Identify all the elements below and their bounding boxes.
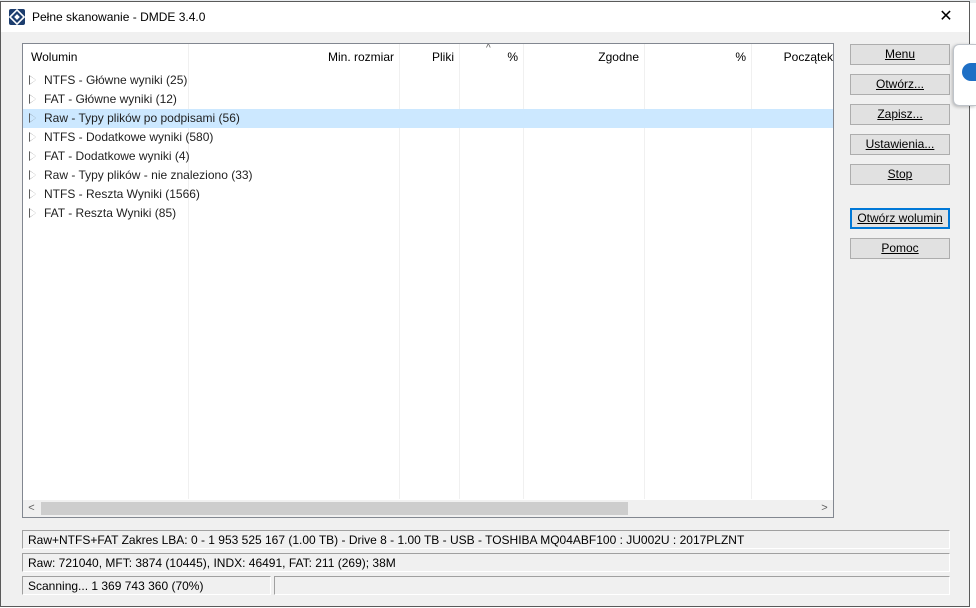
background-blue-icon xyxy=(962,63,976,81)
scrollbar-thumb[interactable] xyxy=(41,502,628,515)
tree-item-label: NTFS - Główne wyniki (25) xyxy=(44,73,188,87)
status-progress-text: Scanning... 1 369 743 360 (70%) xyxy=(22,576,271,595)
tree-item-ntfs-main[interactable]: NTFS - Główne wyniki (25) xyxy=(23,71,833,90)
tree-item-raw-not-found[interactable]: Raw - Typy plików - nie znaleziono (33) xyxy=(23,166,833,185)
column-matching[interactable]: Zgodne xyxy=(523,44,644,70)
close-icon[interactable]: ✕ xyxy=(923,2,969,32)
tree-item-raw-signatures[interactable]: Raw - Typy plików po podpisami (56) xyxy=(23,109,833,128)
tree-item-label: FAT - Główne wyniki (12) xyxy=(44,92,177,106)
column-files-percent[interactable]: % xyxy=(459,44,523,70)
tree-item-label: Raw - Typy plików - nie znaleziono (33) xyxy=(44,168,253,182)
help-button[interactable]: Pomoc xyxy=(850,238,950,259)
tree-item-label: FAT - Dodatkowe wyniki (4) xyxy=(44,149,190,163)
column-min-size[interactable]: Min. rozmiar xyxy=(188,44,399,70)
column-files[interactable]: Pliki xyxy=(399,44,459,70)
tree-item-ntfs-additional[interactable]: NTFS - Dodatkowe wyniki (580) xyxy=(23,128,833,147)
tree-item-label: NTFS - Dodatkowe wyniki (580) xyxy=(44,130,214,144)
tree-item-label: Raw - Typy plików po podpisami (56) xyxy=(44,111,240,125)
open-button[interactable]: Otwórz... xyxy=(850,74,950,95)
tree-item-ntfs-rest[interactable]: NTFS - Reszta Wyniki (1566) xyxy=(23,185,833,204)
tree-item-fat-main[interactable]: FAT - Główne wyniki (12) xyxy=(23,90,833,109)
save-button[interactable]: Zapisz... xyxy=(850,104,950,125)
tree-item-fat-additional[interactable]: FAT - Dodatkowe wyniki (4) xyxy=(23,147,833,166)
dmde-app-icon xyxy=(9,9,25,25)
status-progress-secondary xyxy=(274,576,950,595)
scroll-right-icon[interactable]: > xyxy=(816,500,833,517)
column-matching-percent[interactable]: % xyxy=(644,44,751,70)
settings-button[interactable]: Ustawienia... xyxy=(850,134,950,155)
column-header: Wolumin Min. rozmiar Pliki % Zgodne % Po… xyxy=(23,44,833,70)
scroll-left-icon[interactable]: < xyxy=(23,500,40,517)
tree-item-fat-rest[interactable]: FAT - Reszta Wyniki (85) xyxy=(23,204,833,223)
title-bar[interactable]: Pełne skanowanie - DMDE 3.4.0 ✕ xyxy=(1,2,969,32)
status-counts-line: Raw: 721040, MFT: 3874 (10445), INDX: 46… xyxy=(22,553,950,572)
scan-window: Pełne skanowanie - DMDE 3.4.0 ✕ Wolumin … xyxy=(0,1,970,607)
background-window-edge xyxy=(953,44,976,106)
window-title: Pełne skanowanie - DMDE 3.4.0 xyxy=(32,10,206,24)
status-range-line: Raw+NTFS+FAT Zakres LBA: 0 - 1 953 525 1… xyxy=(22,530,950,549)
horizontal-scrollbar[interactable]: < > xyxy=(23,500,833,517)
column-start[interactable]: Początek xyxy=(751,44,833,70)
sort-ascending-icon: ^ xyxy=(486,43,491,54)
tree-item-label: FAT - Reszta Wyniki (85) xyxy=(44,206,177,220)
column-wolumin[interactable]: Wolumin xyxy=(23,44,188,70)
tree-item-label: NTFS - Reszta Wyniki (1566) xyxy=(44,187,200,201)
results-tree-list[interactable]: Wolumin Min. rozmiar Pliki % Zgodne % Po… xyxy=(22,43,834,518)
stop-button[interactable]: Stop xyxy=(850,164,950,185)
menu-button[interactable]: Menu xyxy=(850,44,950,65)
open-volume-button[interactable]: Otwórz wolumin xyxy=(850,208,950,229)
